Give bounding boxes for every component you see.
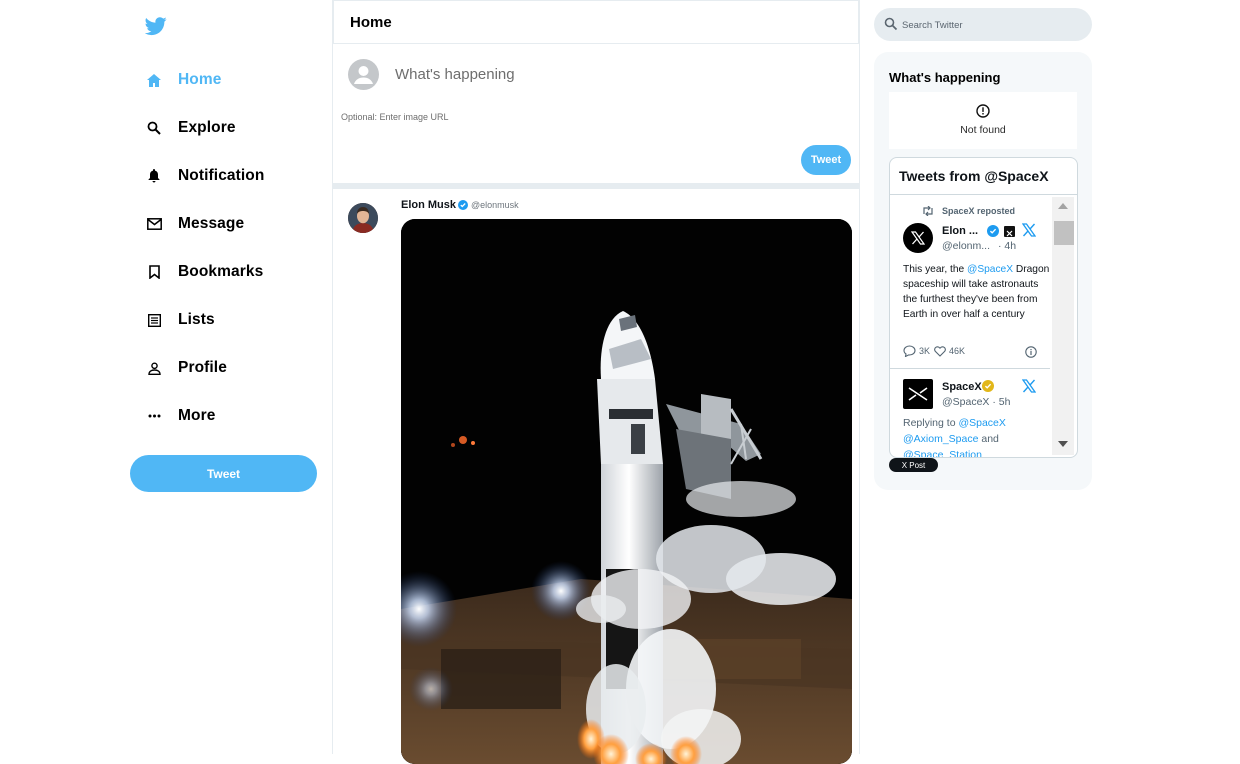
- tweet-time[interactable]: · 4h: [998, 240, 1016, 252]
- scrollbar-thumb[interactable]: [1054, 221, 1074, 245]
- mention-link[interactable]: @SpaceX: [967, 264, 1013, 275]
- repost-icon: [923, 206, 933, 216]
- left-sidebar: Home Explore Notification Message Bookma…: [0, 0, 332, 754]
- gold-verified-badge-icon: [982, 380, 994, 392]
- tweet-actions: 3K 46K: [903, 345, 965, 357]
- info-icon[interactable]: [1025, 346, 1037, 358]
- scroll-up-arrow-icon[interactable]: [1058, 203, 1068, 209]
- nav-bookmarks[interactable]: Bookmarks: [146, 257, 263, 287]
- twitter-bird-icon[interactable]: [145, 15, 167, 37]
- x-brand-icon[interactable]: [1022, 223, 1036, 237]
- feed: Home Tweet Elon Musk: [332, 0, 860, 764]
- mention-link[interactable]: @Space_Station: [903, 449, 982, 457]
- tweet-author-name[interactable]: SpaceX: [942, 381, 982, 393]
- tweet-text-input[interactable]: [387, 61, 803, 87]
- verified-badge-icon: [458, 200, 469, 210]
- reply-icon[interactable]: [903, 345, 916, 357]
- tweet-author-handle: @elonm...: [942, 240, 991, 252]
- search-icon: [146, 120, 162, 136]
- not-found-card: Not found: [889, 92, 1077, 149]
- tweet-text-part: This year, the: [903, 264, 967, 275]
- nav-more[interactable]: More: [146, 401, 215, 431]
- post-author: Elon Musk @elonmusk: [401, 199, 519, 211]
- tweet-text: This year, the @SpaceX Dragon spaceship …: [903, 262, 1050, 322]
- spacex-avatar[interactable]: [903, 379, 933, 409]
- nav-explore[interactable]: Explore: [146, 113, 236, 143]
- nav-label: Message: [178, 215, 245, 232]
- x-avatar[interactable]: [903, 223, 933, 253]
- embed-scrollbar[interactable]: [1052, 197, 1074, 455]
- nav-label: Profile: [178, 359, 227, 376]
- embed-title[interactable]: Tweets from @SpaceX: [899, 168, 1049, 184]
- person-icon: [146, 360, 162, 376]
- like-count: 46K: [949, 346, 966, 356]
- page-title: Home: [350, 14, 392, 31]
- nav-label: Explore: [178, 119, 236, 136]
- feed-header: Home: [333, 0, 859, 44]
- divider: [890, 368, 1050, 369]
- info-alert-icon: [976, 104, 990, 118]
- nav-label: Notification: [178, 167, 265, 184]
- search-input[interactable]: [900, 16, 1084, 35]
- replying-to-text: Replying to @SpaceX @Axiom_Space and @Spac…: [903, 415, 1050, 457]
- x-logo-icon: [911, 231, 925, 245]
- tweet-author-name[interactable]: Elon ...: [942, 225, 978, 237]
- sidebar-tweet-button[interactable]: Tweet: [130, 455, 317, 492]
- heart-icon[interactable]: [934, 345, 946, 357]
- bell-icon: [146, 168, 162, 184]
- nav-label: More: [178, 407, 216, 424]
- widgets-title: What's happening: [889, 70, 1001, 85]
- mention-link[interactable]: @Axiom_Space: [903, 433, 978, 445]
- widgets-panel: What's happening Not found Tweets from @…: [874, 52, 1092, 490]
- verified-badge-icon: [987, 225, 999, 237]
- nav-notification[interactable]: Notification: [146, 161, 264, 191]
- reply-count: 3K: [919, 346, 931, 356]
- affiliate-badge-icon: [1004, 226, 1015, 237]
- post-handle: @elonmusk: [471, 200, 519, 210]
- spacex-logo-icon: [908, 387, 928, 401]
- search-bar[interactable]: [874, 8, 1092, 41]
- nav-profile[interactable]: Profile: [146, 353, 227, 383]
- bookmark-icon: [146, 264, 162, 280]
- more-icon: [146, 408, 162, 424]
- x-post-button[interactable]: X Post: [889, 458, 938, 472]
- post: Elon Musk @elonmusk: [333, 189, 859, 764]
- image-url-input[interactable]: [339, 109, 643, 125]
- home-icon: [146, 72, 162, 88]
- scroll-down-arrow-icon[interactable]: [1058, 441, 1068, 447]
- x-brand-icon[interactable]: [1022, 379, 1036, 393]
- user-avatar-icon: [348, 59, 379, 90]
- post-image[interactable]: [401, 219, 852, 764]
- mention-link[interactable]: @SpaceX: [958, 417, 1005, 429]
- composer-tweet-button[interactable]: Tweet: [801, 145, 851, 175]
- nav-label: Lists: [178, 311, 215, 328]
- post-display-name[interactable]: Elon Musk: [401, 199, 456, 211]
- tweet-composer: Tweet: [333, 45, 859, 183]
- repost-label: SpaceX reposted: [942, 206, 1016, 216]
- timeline-embed: Tweets from @SpaceX SpaceX reposted Elon…: [889, 157, 1078, 458]
- replying-prefix: Replying to: [903, 417, 959, 429]
- nav-label: Home: [178, 71, 222, 88]
- list-icon: [146, 312, 162, 328]
- repost-indicator: SpaceX reposted: [922, 206, 1015, 216]
- avatar[interactable]: [348, 203, 378, 233]
- nav-lists[interactable]: Lists: [146, 305, 215, 335]
- tweet-author-handle: @SpaceX · 5h: [942, 396, 1011, 408]
- and-word: and: [978, 433, 999, 445]
- nav-home[interactable]: Home: [146, 65, 221, 95]
- timeline-scroll-area[interactable]: SpaceX reposted Elon ... @elonm... · 4h …: [890, 195, 1050, 457]
- not-found-text: Not found: [960, 124, 1006, 136]
- mail-icon: [146, 216, 162, 232]
- search-icon: [884, 17, 898, 31]
- nav-label: Bookmarks: [178, 263, 264, 280]
- nav-message[interactable]: Message: [146, 209, 244, 239]
